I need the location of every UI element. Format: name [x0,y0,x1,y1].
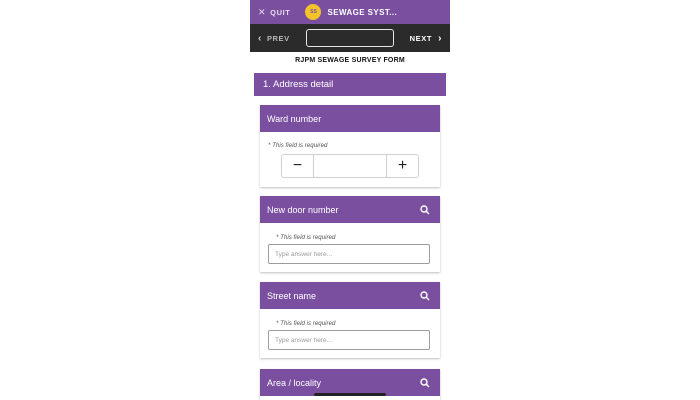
top-bar: ✕ QUIT SS SEWAGE SYST... [250,0,450,24]
ward-number-stepper: − + [281,154,419,178]
ward-number-card: Ward number * This field is required − + [260,105,440,187]
street-name-card: Street name * This field is required Typ… [260,282,440,358]
field-label: New door number [267,204,339,215]
section-title: 1. Address detail [263,79,334,90]
prev-label: PREV [266,33,290,43]
field-label: Area / locality [267,377,322,388]
close-icon: ✕ [258,6,267,17]
app-screen: ✕ QUIT SS SEWAGE SYST... ‹ PREV NEXT › R… [250,0,450,400]
plus-icon: + [397,157,408,174]
decrement-button[interactable]: − [282,155,313,177]
field-header: New door number [260,196,440,223]
chevron-left-icon: ‹ [258,32,262,44]
quit-button[interactable]: ✕ QUIT [258,7,290,18]
app-avatar: SS [305,4,322,20]
ward-number-input[interactable] [313,155,387,177]
page-indicator-box[interactable] [306,29,394,47]
section-header: 1. Address detail [254,73,446,96]
field-header: Street name [260,282,440,309]
home-indicator [314,393,386,396]
new-door-number-card: New door number * This field is required… [260,196,440,272]
next-label: NEXT [409,33,433,43]
search-icon[interactable] [420,291,430,301]
required-note: * This field is required [268,142,328,149]
street-name-input[interactable]: Type answer here... [268,330,430,350]
field-label: Ward number [267,113,322,124]
field-header: Area / locality [260,369,440,396]
chevron-right-icon: › [438,32,442,44]
increment-button[interactable]: + [387,155,418,177]
search-icon[interactable] [420,205,430,215]
required-note: * This field is required [276,234,336,241]
search-icon[interactable] [420,378,430,388]
required-note: * This field is required [276,320,336,327]
prev-button[interactable]: ‹ PREV [258,33,290,44]
field-header: Ward number [260,105,440,132]
new-door-number-input[interactable]: Type answer here... [268,244,430,264]
quit-label: QUIT [270,7,291,17]
navigation-bar: ‹ PREV NEXT › [250,24,450,52]
app-title: SEWAGE SYST... [327,7,398,17]
minus-icon: − [292,157,303,174]
next-button[interactable]: NEXT › [410,24,442,52]
form-title: RJPM SEWAGE SURVEY FORM [295,57,405,64]
field-label: Street name [267,290,317,301]
